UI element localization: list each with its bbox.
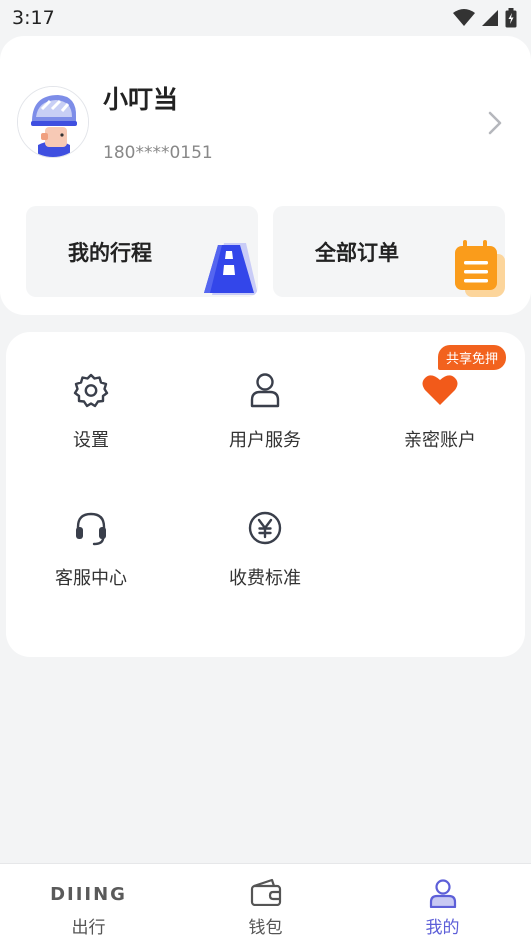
profile-icon bbox=[428, 878, 458, 908]
tab-travel-label: 出行 bbox=[71, 918, 106, 938]
tab-mine-label: 我的 bbox=[425, 918, 460, 938]
tab-wallet[interactable]: 钱包 bbox=[177, 864, 354, 944]
headset-icon bbox=[71, 508, 111, 548]
heart-icon bbox=[420, 370, 460, 410]
brand-logo-text: DIIING bbox=[50, 884, 127, 905]
diiing-logo-icon: DIIING bbox=[50, 884, 127, 905]
battery-icon bbox=[505, 8, 517, 28]
user-name: 小叮当 bbox=[103, 85, 179, 114]
wallet-icon bbox=[250, 878, 282, 906]
road-icon bbox=[204, 243, 258, 295]
my-trips-button[interactable]: 我的行程 bbox=[26, 206, 258, 297]
tab-wallet-label: 钱包 bbox=[248, 918, 283, 938]
customer-service-label: 客服中心 bbox=[55, 568, 127, 589]
status-bar: 3:17 bbox=[0, 0, 531, 36]
user-phone: 180****0151 bbox=[103, 143, 213, 163]
all-orders-button[interactable]: 全部订单 bbox=[273, 206, 505, 297]
user-service-label: 用户服务 bbox=[229, 430, 301, 451]
wifi-icon bbox=[453, 9, 475, 26]
cellular-signal-icon bbox=[482, 10, 498, 26]
menu-item-family-account[interactable]: 亲密账户 bbox=[355, 370, 525, 480]
profile-card[interactable]: 小叮当 180****0151 我的行程 全部订单 bbox=[0, 36, 531, 315]
family-account-label: 亲密账户 bbox=[404, 430, 476, 451]
share-deposit-free-badge: 共享免押 bbox=[438, 345, 507, 370]
tab-mine[interactable]: 我的 bbox=[354, 864, 531, 944]
yen-icon bbox=[245, 508, 285, 548]
status-time: 3:17 bbox=[12, 7, 55, 29]
bottom-tab-bar: DIIING 出行 钱包 我的 bbox=[0, 863, 531, 944]
status-icons bbox=[453, 8, 517, 28]
user-icon bbox=[245, 370, 285, 410]
my-trips-label: 我的行程 bbox=[68, 241, 152, 265]
avatar[interactable] bbox=[17, 86, 89, 158]
chevron-right-icon[interactable] bbox=[487, 110, 503, 136]
menu-item-customer-service[interactable]: 客服中心 bbox=[6, 508, 176, 618]
order-clipboard-icon bbox=[455, 240, 505, 297]
avatar-helmet-image bbox=[18, 87, 88, 157]
gear-icon bbox=[71, 370, 111, 410]
tab-travel[interactable]: DIIING 出行 bbox=[0, 864, 177, 944]
menu-item-user-service[interactable]: 用户服务 bbox=[180, 370, 350, 480]
menu-item-pricing[interactable]: 收费标准 bbox=[180, 508, 350, 618]
all-orders-label: 全部订单 bbox=[315, 241, 399, 265]
pricing-label: 收费标准 bbox=[229, 568, 301, 589]
menu-card: 设置 用户服务 亲密账户 共享免押 客服中心 收费标准 bbox=[6, 332, 525, 657]
settings-label: 设置 bbox=[73, 430, 109, 451]
menu-item-settings[interactable]: 设置 bbox=[6, 370, 176, 480]
